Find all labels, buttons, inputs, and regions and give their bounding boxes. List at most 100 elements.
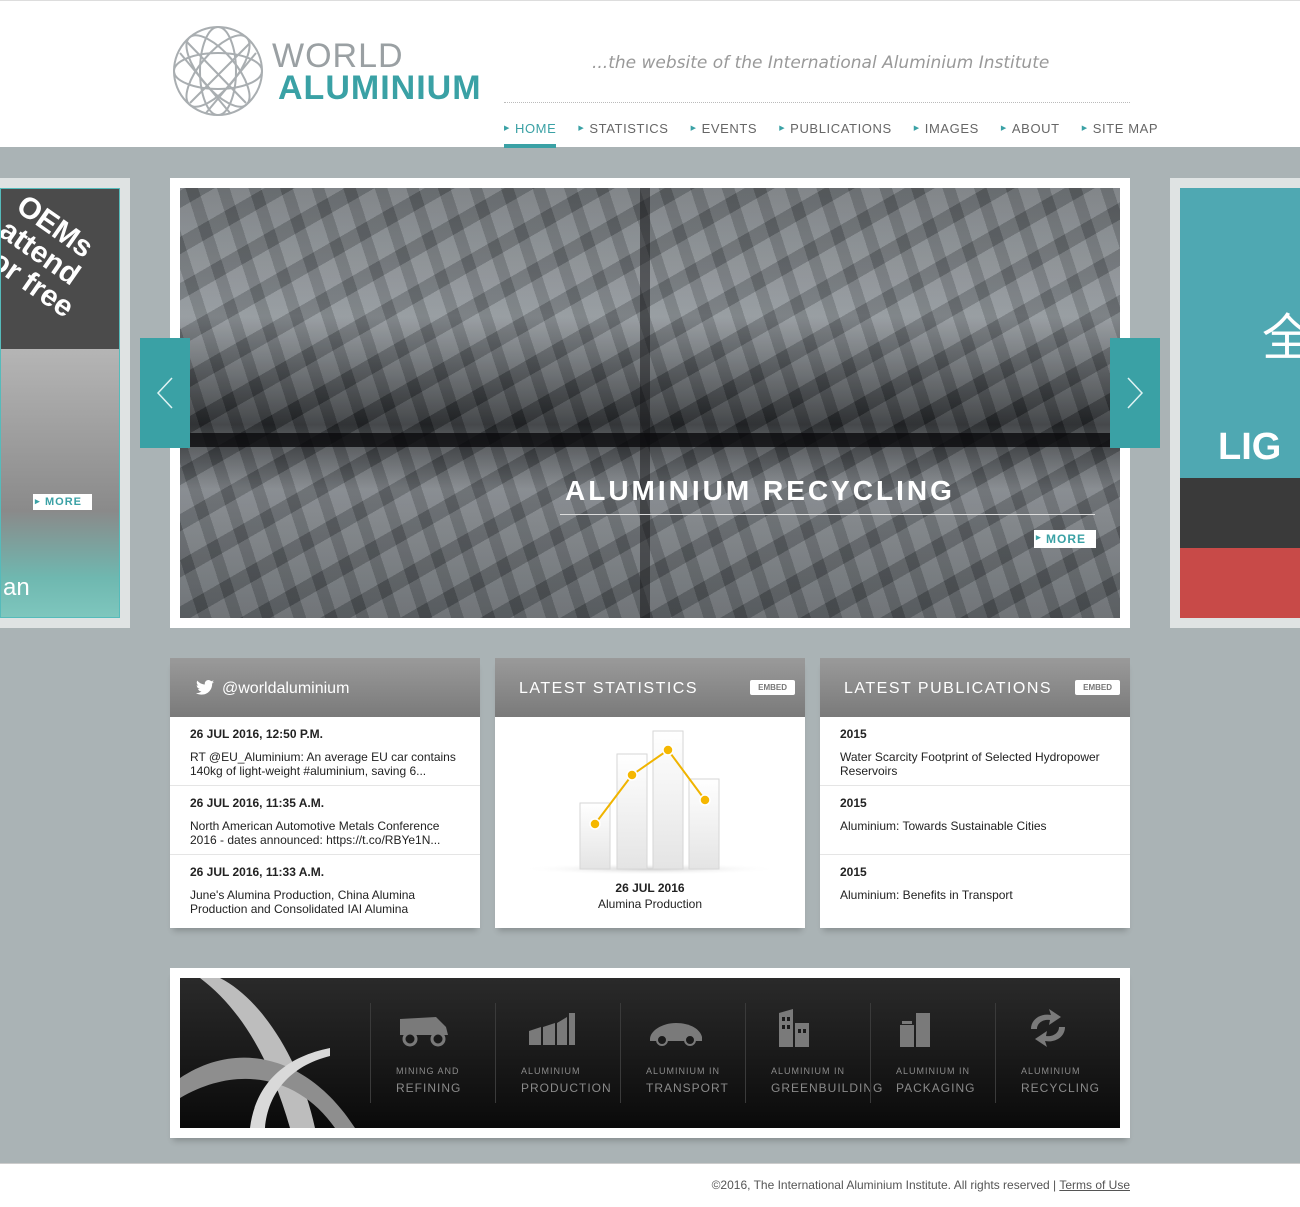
- sector-mining-and-refining[interactable]: MINING AND REFINING: [370, 1003, 495, 1103]
- sector-label-large: GREENBUILDING: [771, 1081, 884, 1095]
- publications-box-title: LATEST PUBLICATIONS: [844, 680, 1053, 697]
- slide-more-button[interactable]: MORE: [1034, 530, 1096, 548]
- slider-prev-button[interactable]: [140, 338, 190, 448]
- publication-year: 2015: [840, 796, 867, 810]
- nav-item-images[interactable]: ▶ IMAGES: [914, 113, 979, 148]
- nav-arrow-icon: ▶: [1081, 125, 1088, 132]
- publications-box-header[interactable]: LATEST PUBLICATIONS EMBED: [820, 658, 1130, 717]
- sector-label-large: TRANSPORT: [646, 1081, 729, 1095]
- latest-statistics-box: LATEST STATISTICS EMBED 26 JUL 2016 Alum…: [495, 658, 805, 928]
- tweet-item[interactable]: 26 JUL 2016, 11:35 A.M. North American A…: [170, 786, 480, 855]
- sector-aluminium-recycling[interactable]: ALUMINIUM RECYCLING: [995, 1003, 1120, 1103]
- tweet-text: RT @EU_Aluminium: An average EU car cont…: [190, 750, 456, 778]
- tweet-date: 26 JUL 2016, 11:33 A.M.: [190, 865, 325, 879]
- slide-preview-text: LIG: [1218, 426, 1282, 468]
- sector-label-small: ALUMINIUM IN: [896, 1066, 971, 1076]
- nav-item-publications[interactable]: ▶ PUBLICATIONS: [779, 113, 892, 148]
- publication-item[interactable]: 2015 Aluminium: Towards Sustainable Citi…: [820, 786, 1130, 855]
- publication-item[interactable]: 2015 Water Scarcity Footprint of Selecte…: [820, 717, 1130, 786]
- statistics-box-header[interactable]: LATEST STATISTICS EMBED: [495, 658, 805, 717]
- recycling-photo: [180, 188, 1120, 618]
- sector-label-small: ALUMINIUM IN: [646, 1066, 721, 1076]
- building-icon: [779, 1009, 809, 1047]
- statistics-date: 26 JUL 2016: [615, 881, 685, 895]
- mining-truck-icon: [400, 1017, 448, 1047]
- sector-aluminium-in-transport[interactable]: ALUMINIUM IN TRANSPORT: [620, 1003, 745, 1103]
- slide-preview-caption: an: [3, 574, 30, 601]
- nav-arrow-icon: ▶: [1000, 125, 1007, 132]
- aluminium-swoosh-image: [180, 978, 355, 1128]
- latest-publications-box: LATEST PUBLICATIONS EMBED 2015 Water Sca…: [820, 658, 1130, 928]
- slide-preview-image: OEMs attend for free MORE an: [0, 188, 120, 618]
- statistics-box-title: LATEST STATISTICS: [519, 680, 699, 697]
- logo-word-aluminium: ALUMINIUM: [278, 69, 482, 107]
- publication-year: 2015: [840, 727, 867, 741]
- nav-label: SITE MAP: [1092, 121, 1159, 136]
- tweet-item[interactable]: 26 JUL 2016, 11:33 A.M. June's Alumina P…: [170, 855, 480, 915]
- publication-title: Aluminium: Towards Sustainable Cities: [840, 819, 1047, 833]
- slide-preview-band-red: [1180, 548, 1300, 618]
- chevron-left-icon: [156, 377, 173, 409]
- slide-title: ALUMINIUM RECYCLING: [565, 475, 955, 506]
- publications-embed-button[interactable]: EMBED: [1075, 680, 1120, 695]
- packaging-icon: [900, 1013, 930, 1047]
- nav-label: STATISTICS: [589, 121, 669, 136]
- main-nav: ▶ HOME ▶ STATISTICS ▶ EVENTS ▶ PUBLICATIONS …: [504, 113, 1180, 148]
- nav-arrow-icon: ▶: [779, 125, 786, 132]
- sector-aluminium-production[interactable]: ALUMINIUM PRODUCTION: [495, 1003, 620, 1103]
- globe-logo-icon: [173, 26, 263, 116]
- tweet-text: North American Automotive Metals Confere…: [190, 819, 441, 847]
- slide-preview-left[interactable]: OEMs attend for free MORE an: [0, 178, 130, 628]
- slide-preview-image: 全 LIG: [1180, 188, 1300, 618]
- factory-icon: [529, 1013, 575, 1045]
- nav-divider: [504, 102, 1130, 103]
- sector-bar-background: MINING AND REFINING ALUMINIUM PRODUCTION…: [180, 978, 1120, 1128]
- sector-label-small: ALUMINIUM: [1021, 1066, 1081, 1076]
- nav-arrow-icon: ▶: [578, 125, 585, 132]
- nav-item-about[interactable]: ▶ ABOUT: [1001, 113, 1060, 148]
- sector-aluminium-in-greenbuilding[interactable]: ALUMINIUM IN GREENBUILDING: [745, 1003, 882, 1103]
- tweet-item[interactable]: 26 JUL 2016, 12:50 P.M. RT @EU_Aluminium…: [170, 717, 480, 786]
- photo-detail: [180, 433, 1120, 447]
- sector-aluminium-in-packaging[interactable]: ALUMINIUM IN PACKAGING: [870, 1003, 995, 1103]
- statistics-name: Alumina Production: [597, 897, 703, 911]
- slide-preview-band-dark: [1180, 478, 1300, 548]
- sector-label-large: REFINING: [396, 1081, 462, 1095]
- statistics-embed-button[interactable]: EMBED: [750, 680, 795, 695]
- recycling-icon: [1031, 1009, 1065, 1047]
- sector-label-large: PACKAGING: [896, 1081, 976, 1095]
- publication-item[interactable]: 2015 Aluminium: Benefits in Transport: [820, 855, 1130, 924]
- nav-label: ABOUT: [1011, 121, 1060, 136]
- footer-copyright: ©2016, The International Aluminium Insti…: [712, 1178, 1130, 1192]
- terms-of-use-link[interactable]: Terms of Use: [1059, 1178, 1130, 1192]
- sector-label-small: ALUMINIUM: [521, 1066, 581, 1076]
- statistics-chart-icon: [520, 730, 780, 875]
- site-header: WORLD ALUMINIUM ...the website of the In…: [0, 0, 1300, 148]
- publication-title: Aluminium: Benefits in Transport: [840, 888, 1013, 902]
- slide-preview-more-button[interactable]: MORE: [33, 494, 92, 510]
- nav-label: HOME: [514, 121, 557, 136]
- chevron-right-icon: [1127, 377, 1144, 409]
- copyright-text: ©2016, The International Aluminium Insti…: [711, 1178, 1057, 1192]
- nav-item-site-map[interactable]: ▶ SITE MAP: [1082, 113, 1158, 148]
- twitter-box: @worldaluminium 26 JUL 2016, 12:50 P.M. …: [170, 658, 480, 928]
- nav-item-home[interactable]: ▶ HOME: [504, 113, 557, 148]
- nav-arrow-icon: ▶: [504, 125, 510, 132]
- tweet-list: 26 JUL 2016, 12:50 P.M. RT @EU_Aluminium…: [170, 717, 480, 928]
- tweet-text: June's Alumina Production, China Alumina…: [190, 888, 416, 915]
- nav-arrow-icon: ▶: [690, 125, 697, 132]
- slider-next-button[interactable]: [1110, 338, 1160, 448]
- tweet-date: 26 JUL 2016, 12:50 P.M.: [190, 727, 323, 741]
- nav-item-statistics[interactable]: ▶ STATISTICS: [578, 113, 668, 148]
- tweet-date: 26 JUL 2016, 11:35 A.M.: [190, 796, 325, 810]
- main-slide[interactable]: [170, 178, 1130, 628]
- nav-label: PUBLICATIONS: [790, 121, 892, 136]
- site-logo[interactable]: WORLD ALUMINIUM: [170, 23, 481, 123]
- twitter-bird-icon: [196, 680, 214, 695]
- statistics-body[interactable]: 26 JUL 2016 Alumina Production: [495, 717, 805, 928]
- sector-label-small: ALUMINIUM IN: [771, 1066, 846, 1076]
- twitter-box-header[interactable]: @worldaluminium: [170, 658, 480, 717]
- sector-bar: MINING AND REFINING ALUMINIUM PRODUCTION…: [170, 968, 1130, 1138]
- nav-item-events[interactable]: ▶ EVENTS: [691, 113, 758, 148]
- slide-preview-right[interactable]: 全 LIG: [1170, 178, 1300, 628]
